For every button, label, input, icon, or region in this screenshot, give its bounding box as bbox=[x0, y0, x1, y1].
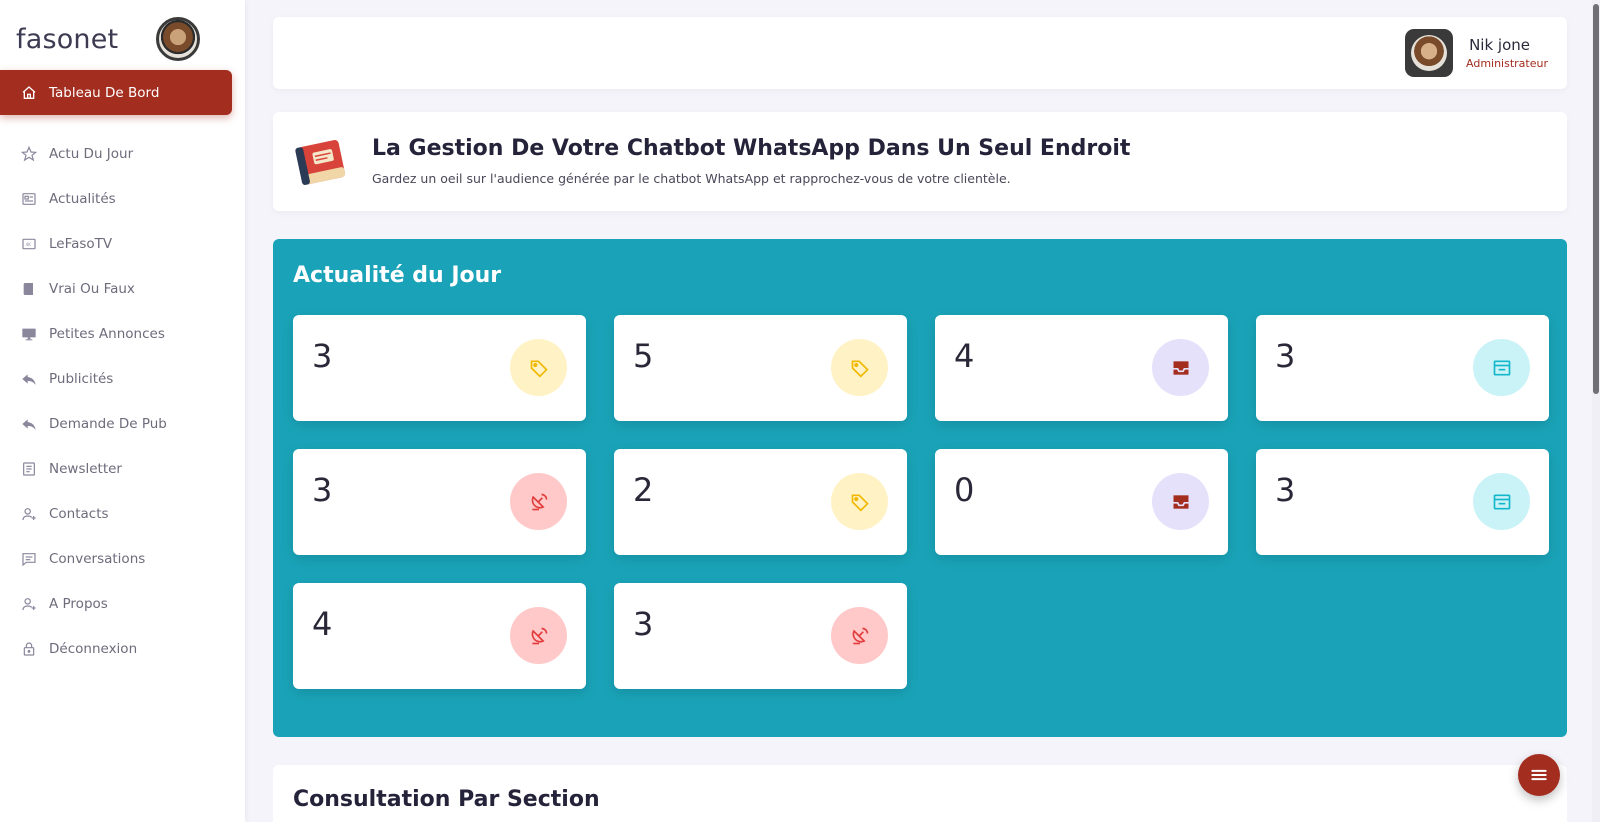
stat-card[interactable]: 3 bbox=[293, 449, 586, 555]
page-subtitle: Gardez un oeil sur l'audience générée pa… bbox=[372, 171, 1011, 186]
brand-logo-icon bbox=[156, 17, 201, 61]
stat-value: 2 bbox=[633, 471, 654, 509]
avatar[interactable] bbox=[1405, 29, 1453, 77]
panel-title: Actualité du Jour bbox=[293, 263, 502, 288]
stat-value: 5 bbox=[633, 337, 654, 375]
sidebar-item-actu-du-jour[interactable]: Actu Du Jour bbox=[0, 131, 245, 176]
sidebar-item-vrai-ou-faux[interactable]: Vrai Ou Faux bbox=[0, 266, 245, 311]
sidebar: fasonet Tableau De Bord Actu Du Jour Act… bbox=[0, 0, 245, 822]
home-icon bbox=[20, 84, 38, 102]
stat-value: 3 bbox=[1275, 471, 1296, 509]
inbox-icon bbox=[1152, 339, 1209, 396]
stat-card[interactable]: 4 bbox=[935, 315, 1228, 421]
stat-card[interactable]: 5 bbox=[614, 315, 907, 421]
sidebar-item-label: LeFasoTV bbox=[49, 235, 113, 252]
book-icon bbox=[20, 280, 38, 298]
sidebar-item-tableau-de-bord[interactable]: Tableau De Bord bbox=[0, 70, 232, 115]
sidebar-item-publicites[interactable]: Publicités bbox=[0, 356, 245, 401]
brand[interactable]: fasonet bbox=[16, 14, 201, 64]
sidebar-item-demande-de-pub[interactable]: Demande De Pub bbox=[0, 401, 245, 446]
document-icon bbox=[20, 460, 38, 478]
stat-card[interactable]: 3 bbox=[293, 315, 586, 421]
sidebar-item-label: Newsletter bbox=[49, 460, 122, 477]
sidebar-item-label: Actualités bbox=[49, 190, 116, 207]
sidebar-item-a-propos[interactable]: A Propos bbox=[0, 581, 245, 626]
page-title: La Gestion De Votre Chatbot WhatsApp Dan… bbox=[372, 136, 1131, 161]
stat-card[interactable]: 4 bbox=[293, 583, 586, 689]
sidebar-item-label: Actu Du Jour bbox=[49, 145, 134, 162]
user-plus-icon bbox=[20, 505, 38, 523]
lock-icon bbox=[20, 640, 38, 658]
newspaper-icon bbox=[20, 190, 38, 208]
sidebar-item-lefasotv[interactable]: 4K LeFasoTV bbox=[0, 221, 245, 266]
sidebar-menu: Tableau De Bord Actu Du Jour Actualités … bbox=[0, 70, 245, 671]
stat-value: 3 bbox=[312, 471, 333, 509]
consultation-section: Consultation Par Section bbox=[273, 765, 1567, 822]
actualite-du-jour-panel: Actualité du Jour 3 5 4 3 3 2 0 3 4 3 bbox=[273, 239, 1567, 737]
sidebar-item-label: Déconnexion bbox=[49, 640, 138, 657]
user-plus-icon bbox=[20, 595, 38, 613]
inbox-icon bbox=[1152, 473, 1209, 530]
satellite-dish-icon bbox=[510, 473, 567, 530]
sidebar-item-conversations[interactable]: Conversations bbox=[0, 536, 245, 581]
sidebar-item-label: Publicités bbox=[49, 370, 114, 387]
user-role: Administrateur bbox=[1466, 57, 1548, 70]
brand-name: fasonet bbox=[16, 23, 119, 55]
sidebar-item-label: Petites Annonces bbox=[49, 325, 165, 342]
scrollbar-thumb[interactable] bbox=[1593, 4, 1599, 394]
stat-value: 3 bbox=[1275, 337, 1296, 375]
stat-card[interactable]: 2 bbox=[614, 449, 907, 555]
section-title: Consultation Par Section bbox=[293, 787, 600, 812]
sidebar-item-newsletter[interactable]: Newsletter bbox=[0, 446, 245, 491]
sidebar-item-label: Vrai Ou Faux bbox=[49, 280, 135, 297]
chat-icon bbox=[20, 550, 38, 568]
tag-icon bbox=[831, 473, 888, 530]
archive-icon bbox=[1473, 473, 1530, 530]
stat-value: 3 bbox=[312, 337, 333, 375]
monitor-icon bbox=[20, 325, 38, 343]
sidebar-item-label: Conversations bbox=[49, 550, 146, 567]
stat-card[interactable]: 3 bbox=[1256, 449, 1549, 555]
page-scrollbar[interactable] bbox=[1592, 0, 1600, 822]
satellite-dish-icon bbox=[510, 607, 567, 664]
stat-card[interactable]: 0 bbox=[935, 449, 1228, 555]
sidebar-item-label: A Propos bbox=[49, 595, 108, 612]
tag-icon bbox=[831, 339, 888, 396]
sidebar-item-deconnexion[interactable]: Déconnexion bbox=[0, 626, 245, 671]
menu-fab-button[interactable] bbox=[1518, 754, 1560, 796]
stat-card[interactable]: 3 bbox=[614, 583, 907, 689]
hero-banner: La Gestion De Votre Chatbot WhatsApp Dan… bbox=[273, 112, 1567, 211]
stat-value: 4 bbox=[954, 337, 975, 375]
star-icon bbox=[20, 145, 38, 163]
hamburger-icon bbox=[1531, 769, 1547, 781]
tag-icon bbox=[510, 339, 567, 396]
user-name[interactable]: Nik jone bbox=[1469, 36, 1530, 54]
topbar: Nik jone Administrateur bbox=[273, 17, 1567, 89]
sidebar-item-label: Demande De Pub bbox=[49, 415, 167, 432]
sidebar-item-petites-annonces[interactable]: Petites Annonces bbox=[0, 311, 245, 356]
book-illustration-icon bbox=[295, 139, 346, 185]
sidebar-item-label: Tableau De Bord bbox=[49, 84, 160, 101]
video-icon: 4K bbox=[20, 235, 38, 253]
sidebar-item-label: Contacts bbox=[49, 505, 109, 522]
stat-value: 0 bbox=[954, 471, 975, 509]
archive-icon bbox=[1473, 339, 1530, 396]
satellite-dish-icon bbox=[831, 607, 888, 664]
stat-value: 4 bbox=[312, 605, 333, 643]
reply-icon bbox=[20, 415, 38, 433]
sidebar-item-contacts[interactable]: Contacts bbox=[0, 491, 245, 536]
stat-value: 3 bbox=[633, 605, 654, 643]
reply-icon bbox=[20, 370, 38, 388]
stat-card[interactable]: 3 bbox=[1256, 315, 1549, 421]
svg-text:4K: 4K bbox=[26, 242, 32, 247]
sidebar-item-actualites[interactable]: Actualités bbox=[0, 176, 245, 221]
